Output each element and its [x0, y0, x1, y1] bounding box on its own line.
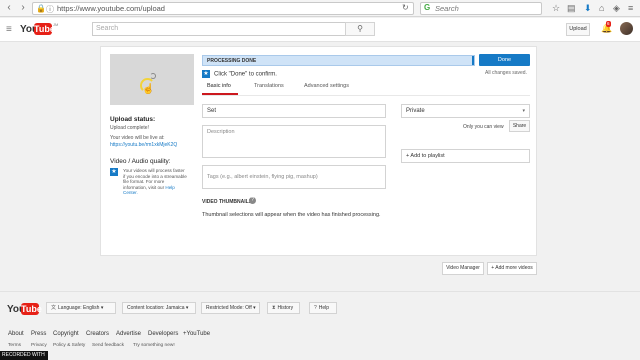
saved-status-text: All changes saved.	[485, 70, 527, 76]
url-text: https://www.youtube.com/upload	[57, 4, 165, 13]
tab-basic-info[interactable]: Basic info	[207, 83, 231, 89]
visibility-note: Only you can view	[463, 124, 504, 130]
star-icon: ★	[202, 70, 210, 78]
url-bar[interactable]: 🔒 ⓘ https://www.youtube.com/upload	[32, 2, 414, 15]
help-icon: ?	[314, 305, 317, 311]
home-icon[interactable]: ⌂	[599, 2, 604, 14]
bookmark-star-icon[interactable]: ☆	[552, 2, 560, 14]
description-textarea[interactable]: Description	[202, 125, 386, 158]
privacy-select[interactable]: Private ▾	[401, 104, 530, 118]
content-location-button[interactable]: Content location: Jamaica ▾	[122, 302, 196, 314]
logo-country-code: JM	[53, 22, 59, 27]
download-icon[interactable]: ⬇	[584, 2, 592, 14]
processing-status-text: PROCESSING DONE	[207, 58, 257, 64]
footer-link-about[interactable]: About	[8, 331, 24, 337]
browser-search-placeholder: Search	[435, 4, 459, 13]
done-button[interactable]: Done	[479, 54, 530, 66]
footer-link-press[interactable]: Press	[31, 331, 46, 337]
title-value: Set	[207, 108, 217, 114]
quality-notice-text: Your videos will process faster if you e…	[123, 168, 187, 190]
language-button[interactable]: 文 Language: English ▾	[46, 302, 116, 314]
back-icon[interactable]: ‹	[3, 2, 15, 14]
search-placeholder: Search	[96, 25, 119, 32]
footer-link-advertise[interactable]: Advertise	[116, 331, 141, 337]
language-icon: 文	[51, 305, 57, 311]
footer-link-creators[interactable]: Creators	[86, 331, 109, 337]
title-input[interactable]: Set	[202, 104, 386, 118]
youtube-header: ≡ You Tube JM Search ⚲ Upload 🔔 6	[0, 18, 640, 42]
logo-text-tube: Tube	[34, 23, 55, 35]
hourglass-icon: ⧗	[272, 305, 276, 311]
tabs-divider	[202, 95, 530, 96]
footer-link-privacy[interactable]: Privacy	[31, 343, 47, 348]
lock-icon: 🔒	[36, 4, 46, 13]
history-button[interactable]: ⧗ History	[267, 302, 300, 314]
upload-status-label: Upload status:	[110, 116, 156, 123]
reload-icon[interactable]: ↻	[402, 3, 409, 12]
video-thumbnail: ☝	[110, 54, 194, 105]
footer-link-policy-safety[interactable]: Policy & Safety	[53, 343, 85, 348]
history-label: History	[277, 305, 294, 311]
privacy-value: Private	[406, 108, 425, 114]
footer-link-copyright[interactable]: Copyright	[53, 331, 79, 337]
description-placeholder: Description	[207, 129, 235, 135]
footer-link-send-feedback[interactable]: Send feedback	[92, 343, 124, 348]
reading-list-icon[interactable]: ▤	[567, 2, 576, 14]
restricted-mode-button[interactable]: Restricted Mode: Off ▾	[201, 302, 260, 314]
playlist-label: + Add to playlist	[406, 153, 445, 159]
share-button[interactable]: Share	[509, 120, 530, 132]
thumbnails-message: Thumbnail selections will appear when th…	[202, 212, 381, 218]
guide-menu-icon[interactable]: ≡	[6, 24, 12, 36]
processing-spinner-icon	[150, 73, 156, 79]
recording-watermark: RECORDED WITH	[0, 351, 48, 360]
upload-complete-text: Upload complete!	[110, 125, 149, 131]
help-button[interactable]: ? Help	[309, 302, 337, 314]
confirm-message: ★ Click "Done" to confirm.	[202, 70, 277, 78]
quality-notice: ★ Your videos will process faster if you…	[110, 168, 187, 200]
footer-link-try-something-new[interactable]: Try something new!	[133, 343, 175, 348]
chevron-down-icon: ▾	[522, 108, 525, 114]
search-button[interactable]: ⚲	[345, 22, 375, 36]
quality-label: Video / Audio quality:	[110, 158, 171, 165]
pocket-icon[interactable]: ◈	[613, 2, 620, 14]
star-icon: ★	[110, 168, 118, 176]
tags-placeholder: Tags (e.g., albert einstein, flying pig,…	[207, 174, 318, 180]
tab-translations[interactable]: Translations	[254, 83, 284, 89]
browser-search-box[interactable]: G Search	[420, 2, 542, 15]
search-icon: ⚲	[357, 24, 363, 33]
menu-icon[interactable]: ≡	[628, 2, 633, 14]
help-icon[interactable]: ?	[249, 197, 256, 204]
browser-toolbar: ‹ › 🔒 ⓘ https://www.youtube.com/upload ↻…	[0, 0, 640, 17]
footer-link-terms[interactable]: Terms	[8, 343, 21, 348]
video-link[interactable]: https://youtu.be/rm1xkMjeK2Q	[110, 142, 177, 148]
video-manager-button[interactable]: Video Manager	[442, 262, 484, 275]
upload-button[interactable]: Upload	[566, 23, 590, 36]
logo-text-tube: Tube	[21, 303, 42, 315]
location-label: Content location: Jamaica	[127, 305, 185, 311]
help-label: Help	[318, 305, 330, 311]
footer-link-developers[interactable]: Developers	[148, 331, 178, 337]
add-more-videos-button[interactable]: + Add more videos	[487, 262, 537, 275]
tab-advanced-settings[interactable]: Advanced settings	[304, 83, 349, 89]
search-engine-icon: G	[424, 3, 431, 12]
restricted-label: Restricted Mode: Off	[206, 305, 252, 311]
mouse-cursor-icon: ☝	[142, 84, 155, 95]
forward-icon[interactable]: ›	[17, 2, 29, 14]
live-at-text: Your video will be live at:	[110, 135, 165, 141]
search-input[interactable]: Search	[92, 22, 346, 36]
add-to-playlist-button[interactable]: + Add to playlist	[401, 149, 530, 163]
video-thumbnails-heading: VIDEO THUMBNAILS	[202, 199, 252, 205]
avatar[interactable]	[620, 22, 633, 35]
upload-card: ☝ Upload status: Upload complete! Your v…	[100, 46, 537, 256]
language-label: Language: English	[58, 305, 100, 311]
processing-progress-bar: PROCESSING DONE	[202, 55, 475, 66]
notification-count-badge: 6	[606, 21, 611, 27]
info-icon: ⓘ	[46, 5, 54, 14]
footer-link-plus-youtube[interactable]: +YouTube	[183, 331, 210, 337]
confirm-text: Click "Done" to confirm.	[214, 71, 277, 78]
tags-input[interactable]: Tags (e.g., albert einstein, flying pig,…	[202, 165, 386, 189]
